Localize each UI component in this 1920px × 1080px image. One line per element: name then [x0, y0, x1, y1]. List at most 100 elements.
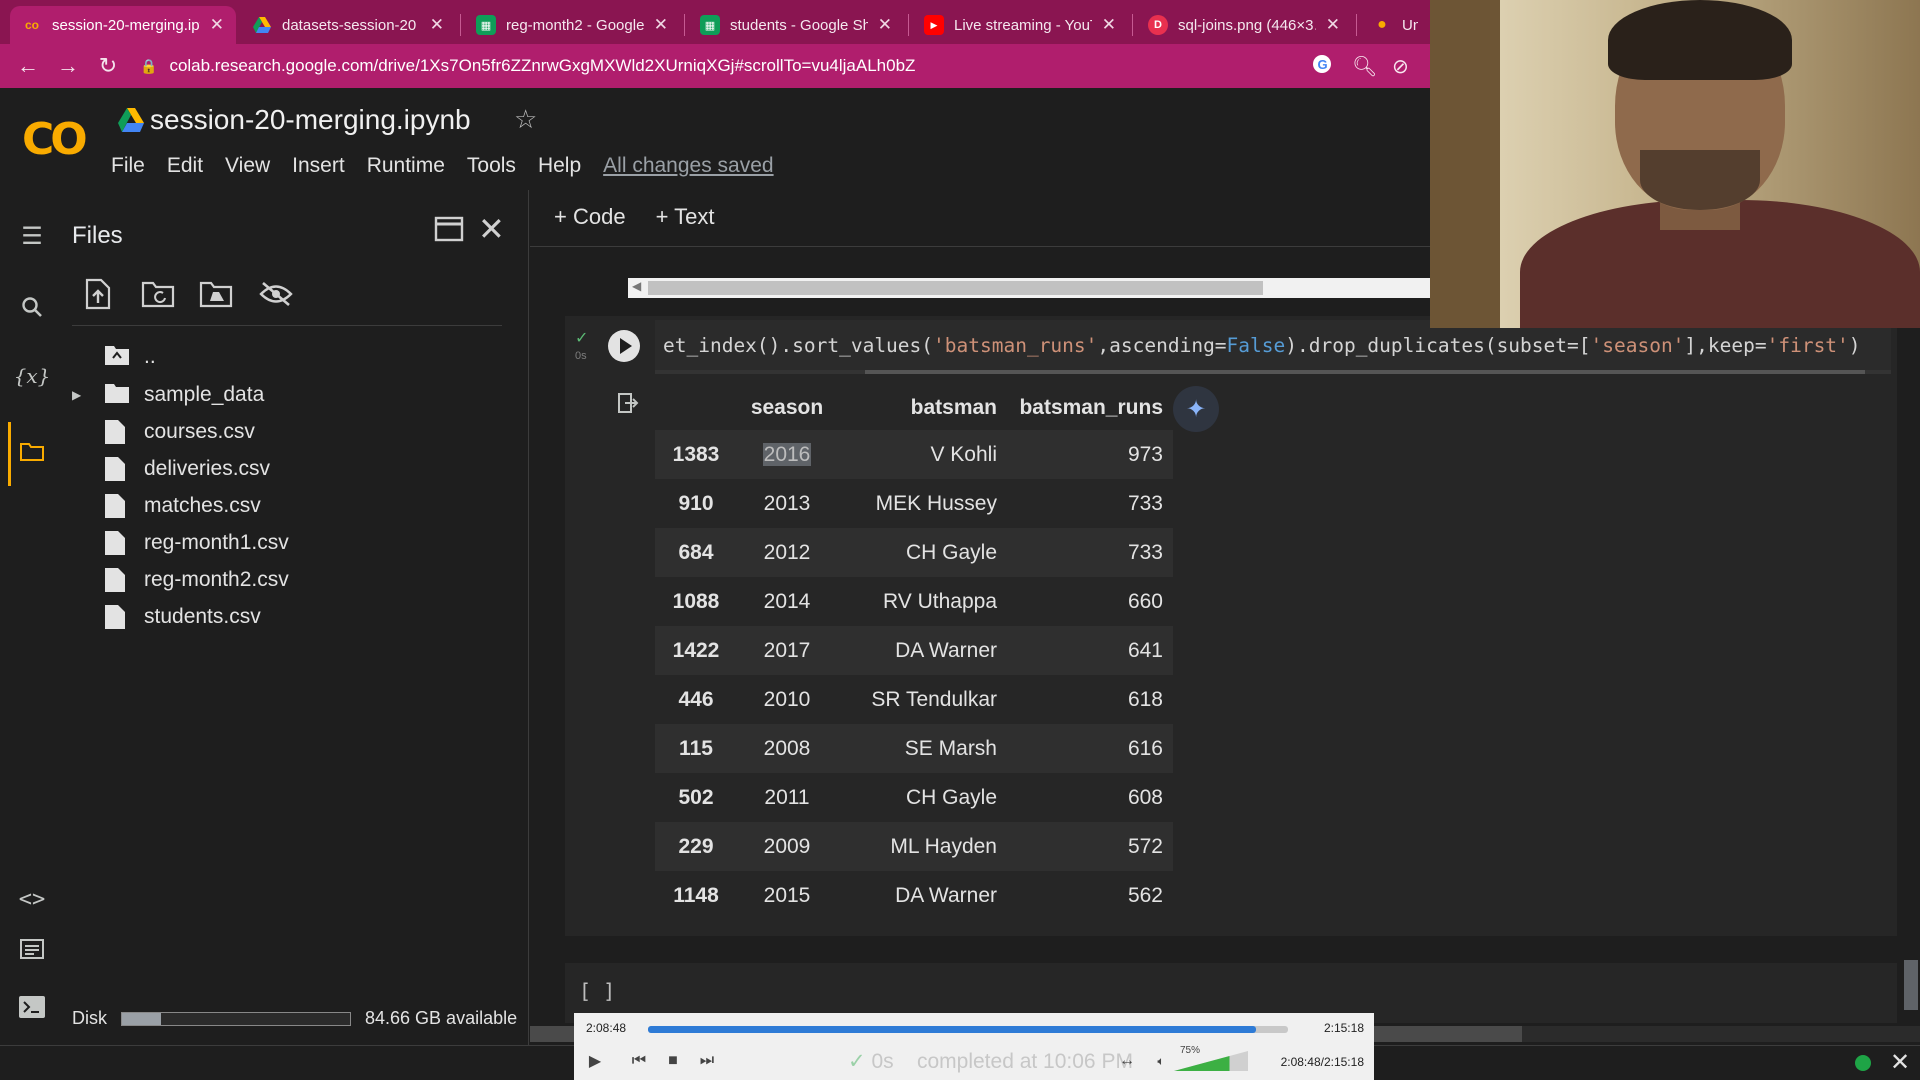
- close-icon[interactable]: ✕: [1326, 15, 1340, 35]
- file-icon: [104, 530, 126, 556]
- forward-arrow-icon[interactable]: →: [48, 53, 88, 79]
- cell-batsman-runs: 733: [1127, 540, 1163, 564]
- zoom-icon[interactable]: 🔍︎: [1352, 54, 1377, 79]
- player-seek-bar[interactable]: [648, 1026, 1288, 1033]
- tab-sheets-students[interactable]: ▦ students - Google Sheets ✕: [688, 6, 904, 44]
- cell-gutter: ✓ 0s: [565, 316, 595, 936]
- table-of-contents-icon[interactable]: ☰: [0, 222, 64, 251]
- video-player-controls: 2:08:48 2:15:18 ▶ ⏮ ■ ⏭ ✓ 0s completed a…: [574, 1013, 1374, 1080]
- file-name: courses.csv: [144, 420, 255, 443]
- add-text-button[interactable]: + Text: [656, 204, 715, 230]
- file-item-csv[interactable]: reg-month1.csv: [104, 528, 289, 558]
- run-cell-button[interactable]: [608, 330, 640, 362]
- menu-help[interactable]: Help: [538, 154, 581, 178]
- menu-view[interactable]: View: [225, 154, 270, 178]
- file-icon: [104, 456, 126, 482]
- tab-untitled[interactable]: ● Unt: [1360, 6, 1430, 44]
- file-item-csv[interactable]: deliveries.csv: [104, 454, 270, 484]
- output-horizontal-scrollbar[interactable]: ◀: [628, 278, 1440, 298]
- magic-wand-icon[interactable]: ✦: [1173, 386, 1219, 432]
- menu-tools[interactable]: Tools: [467, 154, 516, 178]
- close-icon[interactable]: ✕: [878, 15, 892, 35]
- previous-icon[interactable]: ⏮: [626, 1049, 652, 1073]
- colab-logo[interactable]: CO: [22, 114, 88, 165]
- code-snippets-icon[interactable]: <>: [0, 887, 64, 912]
- file-icon: [104, 419, 126, 445]
- close-icon[interactable]: ✕: [210, 15, 224, 35]
- cell-season: 2008: [763, 736, 811, 760]
- folder-icon[interactable]: [0, 440, 64, 468]
- terminal-icon[interactable]: [0, 996, 64, 1025]
- open-in-tab-icon[interactable]: [434, 216, 464, 249]
- row-index: 229: [678, 834, 714, 858]
- browser-tab-bar: co session-20-merging.ipynb ✕ datasets-s…: [0, 0, 1430, 44]
- tab-google-drive[interactable]: datasets-session-20 - Google Drive ✕: [240, 6, 456, 44]
- left-rail: ☰ {x} <>: [0, 190, 64, 1045]
- hide-files-icon[interactable]: [256, 274, 296, 314]
- scrollbar-thumb[interactable]: [865, 370, 1865, 374]
- close-panel-icon[interactable]: ✕: [478, 210, 505, 248]
- table-row: 446 2010 SR Tendulkar 618: [655, 675, 1173, 724]
- player-seek-fill: [648, 1026, 1256, 1033]
- play-icon[interactable]: ▶: [582, 1049, 608, 1073]
- close-icon[interactable]: ✕: [430, 15, 444, 35]
- search-icon[interactable]: [0, 296, 64, 325]
- table-row: 684 2012 CH Gayle 733: [655, 528, 1173, 577]
- mount-drive-icon[interactable]: [196, 274, 236, 314]
- close-icon[interactable]: ✕: [1102, 15, 1116, 35]
- expand-icon[interactable]: ↔: [1114, 1049, 1140, 1073]
- reload-icon[interactable]: ↻: [88, 53, 128, 79]
- cell-batsman: DA Warner: [895, 883, 997, 907]
- menu-file[interactable]: File: [111, 154, 145, 178]
- scroll-left-arrow-icon[interactable]: ◀: [632, 279, 641, 293]
- cell-batsman-runs: 618: [1127, 687, 1163, 711]
- d-icon: D: [1148, 15, 1168, 35]
- sheets-icon: ▦: [476, 15, 496, 35]
- star-icon[interactable]: ☆: [514, 104, 537, 135]
- next-icon[interactable]: ⏭: [694, 1049, 720, 1073]
- command-palette-icon[interactable]: [0, 938, 64, 966]
- cell-batsman: CH Gayle: [905, 785, 997, 809]
- notebook-title[interactable]: session-20-merging.ipynb: [150, 104, 471, 136]
- upload-file-icon[interactable]: [78, 274, 118, 314]
- scrollbar-thumb[interactable]: [648, 281, 1263, 295]
- disk-usage: Disk 84.66 GB available: [72, 1008, 517, 1029]
- add-code-button[interactable]: + Code: [554, 204, 626, 230]
- stop-icon[interactable]: ■: [660, 1049, 686, 1073]
- menu-insert[interactable]: Insert: [292, 154, 345, 178]
- notebook-vertical-scrollbar[interactable]: [1904, 960, 1918, 1010]
- file-item-folder[interactable]: ▶ sample_data: [72, 380, 264, 410]
- table-row: 1383 2016 V Kohli 973: [655, 430, 1173, 479]
- google-g-icon[interactable]: G: [1312, 54, 1332, 80]
- file-item-csv[interactable]: courses.csv: [104, 417, 255, 447]
- tab-colab-notebook[interactable]: co session-20-merging.ipynb ✕: [10, 6, 236, 44]
- tab-divider: [908, 14, 909, 36]
- menu-runtime[interactable]: Runtime: [367, 154, 445, 178]
- cell-batsman: CH Gayle: [905, 540, 997, 564]
- cell-season: 2016: [737, 430, 837, 479]
- file-item-parent[interactable]: ..: [104, 342, 156, 372]
- url-field[interactable]: 🔒 colab.research.google.com/drive/1Xs7On…: [140, 50, 1410, 82]
- row-index: 910: [678, 491, 714, 515]
- close-icon[interactable]: ✕: [654, 15, 668, 35]
- cell-prompt: [ ]: [579, 979, 616, 1003]
- menu-edit[interactable]: Edit: [167, 154, 203, 178]
- file-item-csv[interactable]: students.csv: [104, 602, 261, 632]
- code-cell[interactable]: ✓ 0s et_index().sort_values('batsman_run…: [565, 316, 1897, 936]
- row-index: 115: [679, 736, 713, 760]
- file-item-csv[interactable]: reg-month2.csv: [104, 565, 289, 595]
- close-icon[interactable]: ✕: [1890, 1048, 1910, 1077]
- eye-off-icon[interactable]: ⊘: [1392, 54, 1409, 79]
- back-arrow-icon[interactable]: ←: [8, 53, 48, 79]
- tab-sheets-reg-month2[interactable]: ▦ reg-month2 - Google Sheets ✕: [464, 6, 680, 44]
- tab-sql-joins-image[interactable]: D sql-joins.png (446×3… ✕: [1136, 6, 1352, 44]
- file-item-csv[interactable]: matches.csv: [104, 491, 261, 521]
- refresh-folder-icon[interactable]: [138, 274, 178, 314]
- volume-icon[interactable]: 🔈︎: [1148, 1049, 1174, 1073]
- output-actions-icon[interactable]: [617, 392, 639, 420]
- tab-youtube[interactable]: ▶ Live streaming - YouTube ✕: [912, 6, 1128, 44]
- tab-label: datasets-session-20 - Google Drive: [282, 16, 420, 34]
- variables-icon[interactable]: {x}: [0, 364, 64, 388]
- save-status-link[interactable]: All changes saved: [603, 154, 773, 178]
- code-scrollbar[interactable]: [655, 370, 1891, 374]
